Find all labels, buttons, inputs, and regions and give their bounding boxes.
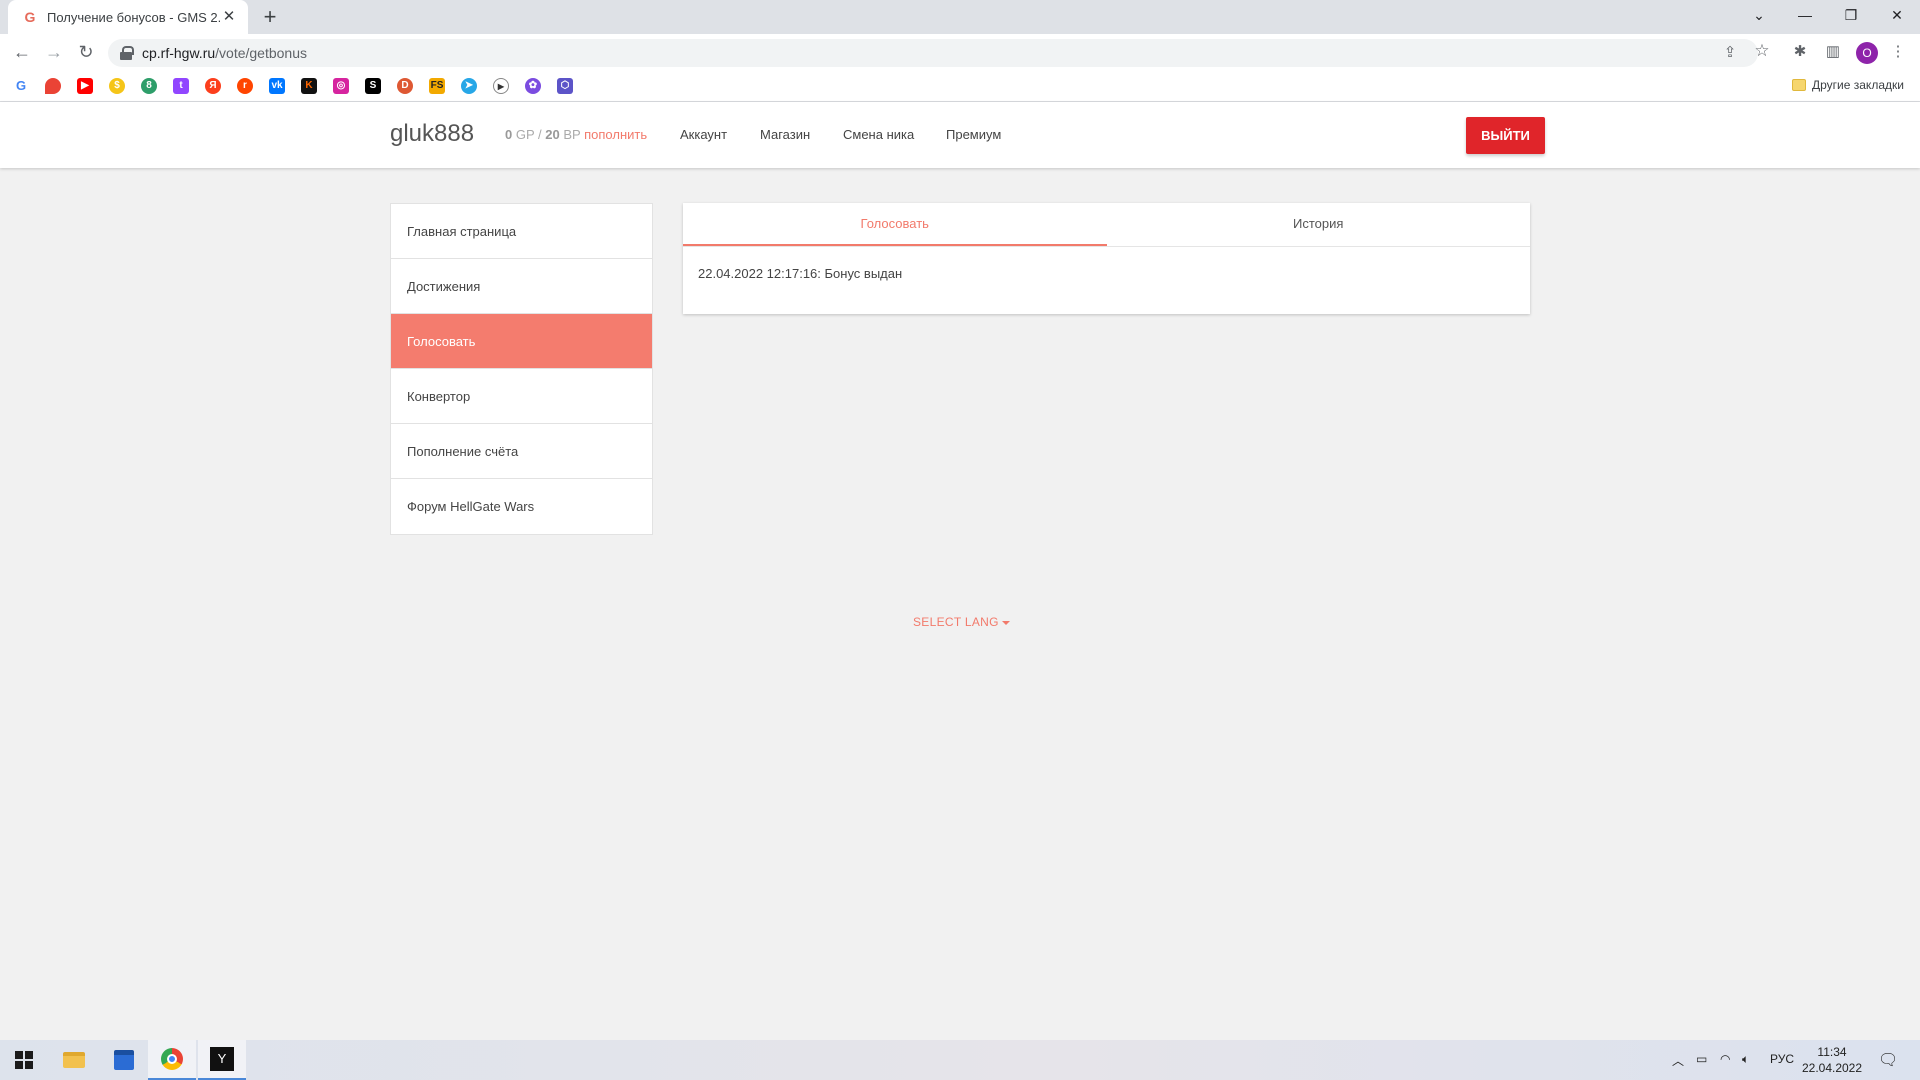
start-button[interactable] [0, 1040, 48, 1080]
vk-icon[interactable]: vk [269, 78, 285, 94]
profile-avatar[interactable]: O [1856, 42, 1878, 64]
panel-tabs: Голосовать История [683, 203, 1530, 247]
instagram-icon[interactable]: ◎ [333, 78, 349, 94]
bp-value: 20 [545, 127, 560, 142]
clock-date: 22.04.2022 [1801, 1061, 1863, 1075]
tab-vote[interactable]: Голосовать [683, 203, 1107, 246]
sidebar-item-converter[interactable]: Конвертор [391, 369, 652, 424]
maps-icon[interactable] [45, 78, 61, 94]
balance: 0 GP / 20 BP пополнить [505, 127, 647, 142]
coin-icon[interactable]: $ [109, 78, 125, 94]
site-favicon-icon: G [24, 9, 36, 25]
bookmark-star-icon[interactable]: ☆ [1752, 41, 1772, 61]
play-icon[interactable]: ▶ [493, 78, 509, 94]
minimize-icon[interactable]: — [1782, 0, 1828, 30]
logout-button[interactable]: ВЫЙТИ [1466, 117, 1545, 154]
nav-change-nick[interactable]: Смена ника [843, 127, 914, 142]
taskbar: Y ︿ ▭ ◠ 🔈︎ РУС 11:34 22.04.2022 🗨︎ [0, 1040, 1920, 1080]
tab-title: Получение бонусов - GMS 2.1 [47, 9, 220, 25]
extensions-icon[interactable]: ✱ [1790, 42, 1810, 62]
other-bookmarks[interactable]: Другие закладки [1812, 78, 1904, 92]
gp-value: 0 [505, 127, 513, 142]
lock-icon[interactable] [120, 46, 134, 60]
browser-tabstrip: G Получение бонусов - GMS 2.1 ✕ + ⌄ — ❐ … [0, 0, 1920, 34]
username: gluk888 [390, 120, 475, 147]
twitch-icon[interactable]: t [173, 78, 189, 94]
select-lang[interactable]: SELECT LANG [913, 615, 1010, 629]
menu-icon[interactable]: ⋮ [1888, 42, 1908, 62]
vote-panel: Голосовать История 22.04.2022 12:17:16: … [683, 203, 1530, 314]
clock[interactable]: 11:34 22.04.2022 [1792, 1044, 1872, 1076]
reddit-icon[interactable]: r [237, 78, 253, 94]
folder-icon [1792, 79, 1806, 91]
windows-icon [15, 1051, 33, 1069]
input-language[interactable]: РУС [1770, 1052, 1794, 1066]
new-tab-icon[interactable]: + [258, 5, 282, 29]
wifi-icon[interactable]: ◠ [1720, 1052, 1730, 1066]
url-host: cp.rf-hgw.ru [142, 45, 216, 61]
share-icon[interactable]: ⇪ [1720, 43, 1740, 63]
notification-icon[interactable]: 🗨︎ [1878, 1050, 1898, 1070]
url-path: /vote/getbonus [215, 45, 307, 61]
topup-link[interactable]: пополнить [584, 127, 647, 142]
gp-unit: GP [515, 127, 535, 142]
restore-icon[interactable]: ❐ [1828, 0, 1874, 30]
nav-account[interactable]: Аккаунт [680, 127, 727, 142]
s-app-icon[interactable]: S [365, 78, 381, 94]
sidebar: Главная страница Достижения Голосовать К… [390, 203, 653, 535]
tab-history[interactable]: История [1107, 203, 1531, 246]
browser-tab[interactable]: G Получение бонусов - GMS 2.1 ✕ [8, 0, 248, 34]
fs-icon[interactable]: FS [429, 78, 445, 94]
close-tab-icon[interactable]: ✕ [220, 8, 238, 26]
side-panel-icon[interactable]: ▥ [1823, 42, 1843, 62]
sidebar-item-forum[interactable]: Форум HellGate Wars [391, 479, 652, 534]
yandex-icon[interactable]: Я [205, 78, 221, 94]
bp-unit: BP [563, 127, 581, 142]
app-taskbar-icon[interactable]: Y [198, 1040, 246, 1080]
bookmarks-bar: G ▶ $ 8 t Я r vk K ◎ S D FS ➤ ▶ ✿ ⬡ Друг… [0, 70, 1920, 102]
clock-time: 11:34 [1817, 1045, 1847, 1059]
photo-app-icon[interactable]: ✿ [525, 78, 541, 94]
youtube-icon[interactable]: ▶ [77, 78, 93, 94]
bonus-entry: 22.04.2022 12:17:16: Бонус выдан [698, 266, 903, 281]
close-window-icon[interactable]: ✕ [1874, 0, 1920, 30]
site-header: gluk888 0 GP / 20 BP пополнить Аккаунт М… [0, 102, 1920, 168]
file-explorer-icon[interactable] [50, 1040, 98, 1080]
store-icon[interactable] [100, 1040, 148, 1080]
green-app-icon[interactable]: 8 [141, 78, 157, 94]
address-bar[interactable]: cp.rf-hgw.ru/vote/getbonus ⇪ [108, 39, 1758, 67]
hex-app-icon[interactable]: ⬡ [557, 78, 573, 94]
reload-icon[interactable]: ↻ [74, 40, 98, 64]
sidebar-item-topup[interactable]: Пополнение счёта [391, 424, 652, 479]
sidebar-item-home[interactable]: Главная страница [391, 204, 652, 259]
select-lang-label: SELECT LANG [913, 615, 999, 629]
duckduckgo-icon[interactable]: D [397, 78, 413, 94]
balance-separator: / [538, 127, 542, 142]
caret-down-icon [1001, 620, 1010, 625]
back-icon[interactable]: ← [10, 40, 34, 64]
tab-search-icon[interactable]: ⌄ [1736, 0, 1782, 30]
nav-shop[interactable]: Магазин [760, 127, 810, 142]
nav-premium[interactable]: Премиум [946, 127, 1001, 142]
chrome-taskbar-icon[interactable] [148, 1040, 196, 1080]
telegram-icon[interactable]: ➤ [461, 78, 477, 94]
sidebar-item-vote[interactable]: Голосовать [391, 314, 652, 369]
browser-toolbar: ← → ↻ cp.rf-hgw.ru/vote/getbonus ⇪ ☆ ✱ ▥… [0, 34, 1920, 70]
sidebar-item-achievements[interactable]: Достижения [391, 259, 652, 314]
volume-icon[interactable]: 🔈︎ [1742, 1052, 1749, 1067]
forward-icon[interactable]: → [42, 40, 66, 64]
battery-icon[interactable]: ▭ [1696, 1052, 1707, 1066]
tray-chevron-icon[interactable]: ︿ [1672, 1052, 1684, 1069]
google-icon[interactable]: G [13, 78, 29, 94]
kinopoisk-icon[interactable]: K [301, 78, 317, 94]
